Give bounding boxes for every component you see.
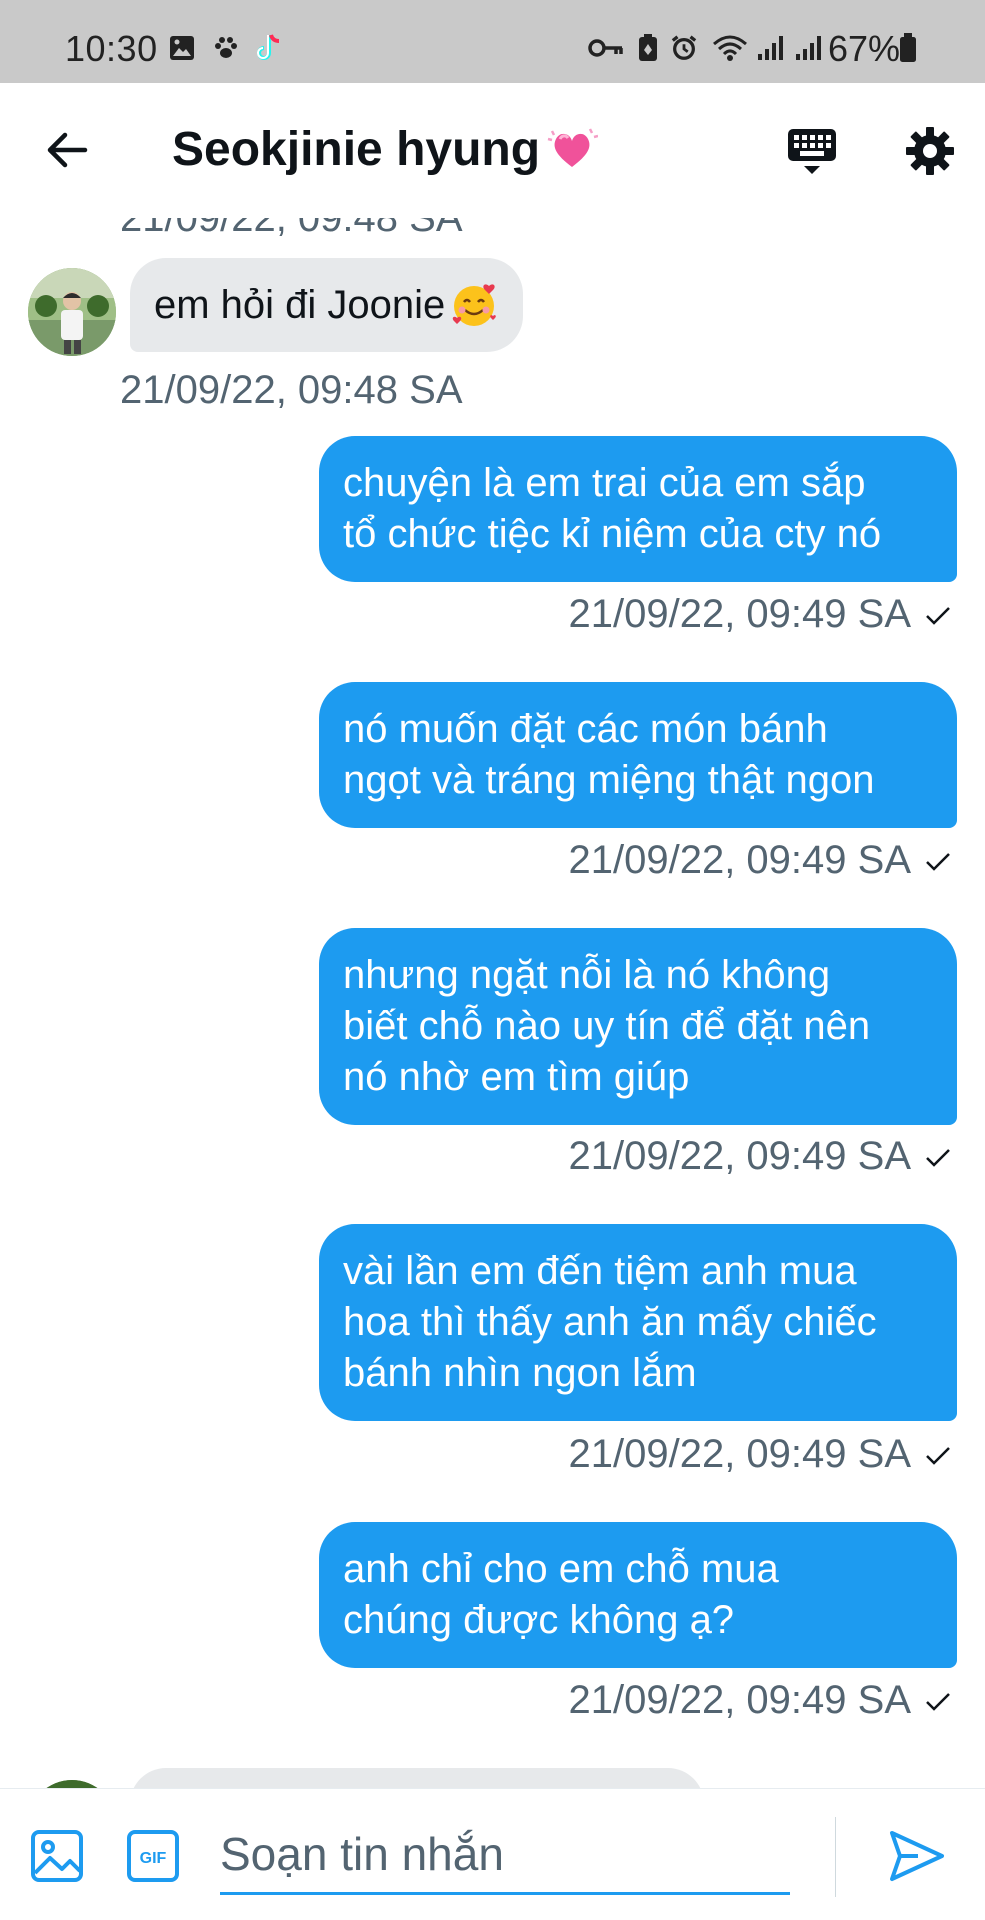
avatar[interactable]: [28, 268, 116, 356]
message-line: biết chỗ nào uy tín để đặt nên: [343, 1004, 871, 1048]
message-input[interactable]: [220, 1815, 790, 1895]
message-timestamp-row: 21/09/22, 09:49 SA: [569, 1134, 954, 1179]
message-line: nhưng ngặt nỗi là nó không: [343, 953, 831, 997]
check-icon: [923, 1142, 953, 1172]
compose-bar: GIF: [0, 1788, 985, 1920]
incoming-message-bubble[interactable]: [130, 1768, 704, 1788]
message-text: em hỏi đi Joonie: [154, 283, 446, 327]
outgoing-message-bubble[interactable]: anh chỉ cho em chỗ mua chúng được không …: [319, 1522, 957, 1668]
message-line: ngọt và tráng miệng thật ngon: [343, 758, 875, 802]
message-line: anh chỉ cho em chỗ mua: [343, 1547, 779, 1591]
arrow-left-icon: [47, 132, 88, 168]
battery-saver-icon: [634, 34, 662, 62]
battery-icon: [898, 33, 918, 62]
conversation-header: Seokjinie hyung: [0, 83, 985, 218]
compose-divider: [835, 1817, 836, 1897]
keyboard-icon: [788, 129, 836, 174]
message-timestamp: 21/09/22, 09:49 SA: [568, 1678, 912, 1722]
message-timestamp: 21/09/22, 09:48 SA: [120, 218, 463, 240]
battery-percent: 67%: [828, 28, 901, 69]
message-line: tổ chức tiệc kỉ niệm của cty nó: [343, 512, 882, 556]
send-icon: [890, 1831, 944, 1881]
outgoing-message-bubble[interactable]: nó muốn đặt các món bánh ngọt và tráng m…: [319, 682, 957, 828]
signal-icon: [756, 34, 784, 62]
message-line: nó muốn đặt các món bánh: [343, 707, 828, 751]
message-line: vài lần em đến tiệm anh mua: [343, 1249, 857, 1293]
conversation-title: Seokjinie hyung: [172, 122, 541, 176]
outgoing-message-bubble[interactable]: chuyện là em trai của em sắp tổ chức tiệ…: [319, 436, 957, 582]
vpn-key-icon: [588, 34, 624, 62]
message-line: chúng được không ạ?: [343, 1598, 735, 1642]
gif-label: GIF: [140, 1850, 167, 1867]
avatar[interactable]: [28, 1780, 116, 1788]
incoming-message-bubble[interactable]: em hỏi đi Joonie: [130, 258, 524, 352]
conversation-title-wrap: Seokjinie hyung: [172, 119, 599, 179]
smiling-face-with-hearts-emoji-icon: [449, 280, 499, 330]
message-line: hoa thì thấy anh ăn mấy chiếc: [343, 1300, 877, 1344]
add-gif-button[interactable]: GIF: [126, 1829, 180, 1883]
status-time: 10:30: [65, 28, 158, 69]
message-timestamp: 21/09/22, 09:49 SA: [568, 838, 912, 882]
gear-icon: [906, 127, 954, 175]
gallery-icon: [168, 34, 196, 62]
outgoing-message-bubble[interactable]: vài lần em đến tiệm anh mua hoa thì thấy…: [319, 1224, 957, 1421]
wifi-icon: [712, 34, 748, 62]
settings-button[interactable]: [900, 121, 960, 181]
back-button[interactable]: [40, 123, 94, 177]
status-bar: 10:30 67%: [0, 0, 985, 83]
sparkling-heart-emoji-icon: [546, 123, 599, 175]
send-button[interactable]: [888, 1827, 946, 1885]
check-icon: [923, 600, 953, 630]
outgoing-message-bubble[interactable]: nhưng ngặt nỗi là nó không biết chỗ nào …: [319, 928, 957, 1125]
check-icon: [923, 1686, 953, 1716]
alarm-icon: [670, 34, 698, 62]
message-timestamp-row: 21/09/22, 09:49 SA: [569, 1432, 954, 1477]
message-timestamp-row: 21/09/22, 09:49 SA: [569, 592, 954, 637]
check-icon: [923, 1440, 953, 1470]
image-icon: [31, 1830, 83, 1882]
message-line: nó nhờ em tìm giúp: [343, 1055, 690, 1099]
message-line: bánh nhìn ngon lắm: [343, 1351, 697, 1395]
keyboard-button[interactable]: [782, 121, 842, 181]
message-list[interactable]: 21/09/22, 09:48 SA em hỏi đi Joonie 21/0…: [0, 218, 985, 1788]
message-timestamp: 21/09/22, 09:49 SA: [568, 1432, 912, 1476]
message-timestamp-row: 21/09/22, 09:49 SA: [569, 838, 954, 883]
check-icon: [923, 846, 953, 876]
tiktok-icon: [254, 34, 282, 62]
paw-icon: [212, 34, 240, 62]
message-timestamp-row: 21/09/22, 09:49 SA: [569, 1678, 954, 1723]
signal-icon-2: [794, 34, 822, 62]
message-line: chuyện là em trai của em sắp: [343, 461, 866, 505]
add-image-button[interactable]: [30, 1829, 84, 1883]
message-timestamp: 21/09/22, 09:48 SA: [120, 368, 463, 412]
message-timestamp: 21/09/22, 09:49 SA: [568, 592, 912, 636]
message-timestamp: 21/09/22, 09:49 SA: [568, 1134, 912, 1178]
